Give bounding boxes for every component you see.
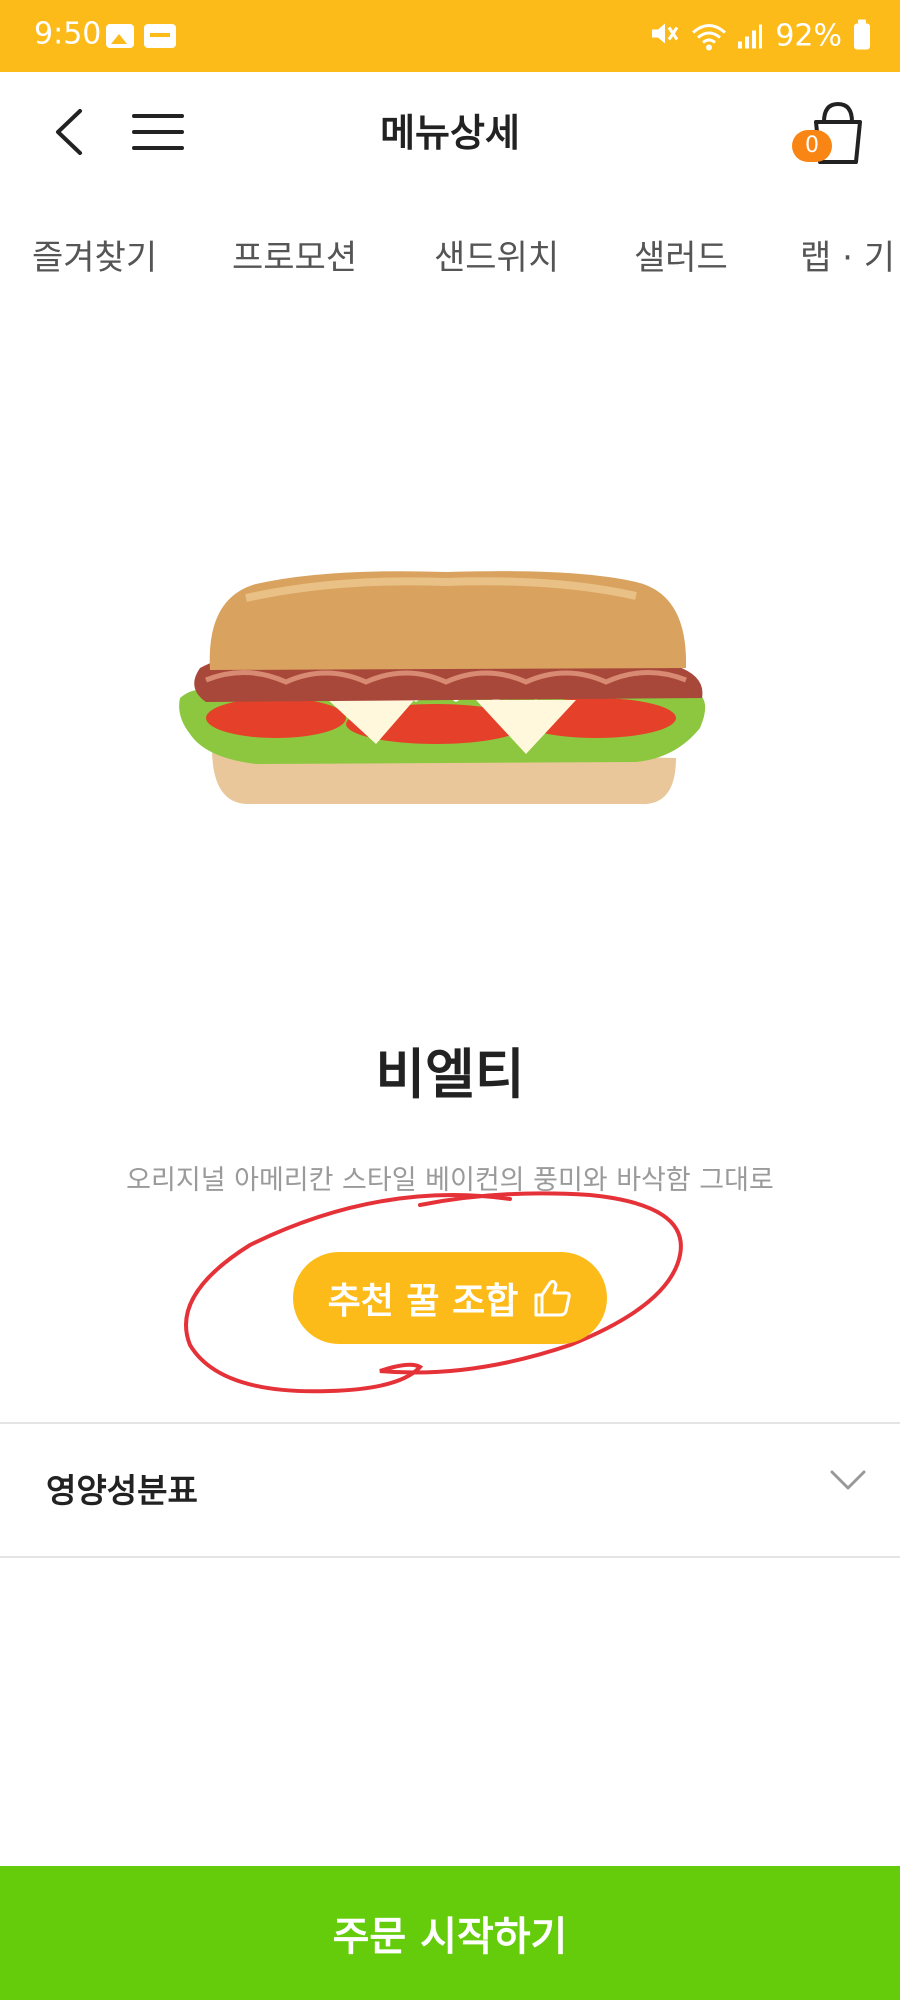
status-time: 9:50 [34, 16, 102, 52]
cart-button[interactable]: 0 [786, 102, 866, 166]
nutrition-accordion[interactable]: 영양성분표 [0, 1424, 900, 1556]
tab-sandwich[interactable]: 샌드위치 [434, 230, 559, 279]
tab-favorites[interactable]: 즐겨찾기 [32, 230, 157, 279]
tab-wrap[interactable]: 랩 · 기 [800, 230, 895, 279]
recommend-combo-label: 추천 꿀 조합 [327, 1281, 519, 1322]
status-left-icons [106, 24, 176, 48]
battery-icon [854, 19, 870, 49]
thumbs-up-icon [534, 1279, 572, 1317]
product-description: 오리지널 아메리칸 스타일 베이컨의 풍미와 바삭함 그대로 [126, 1165, 774, 1196]
signal-icon [737, 23, 763, 49]
wifi-icon [691, 22, 727, 50]
product-image [179, 571, 706, 804]
status-bar: 9:50 92% [0, 0, 900, 72]
status-right-icons: 92% [649, 19, 870, 54]
battery-percent: 92% [775, 18, 842, 54]
divider-bottom [0, 1556, 900, 1558]
category-tabs: 즐겨찾기 프로모션 샌드위치 샐러드 랩 · 기 [0, 222, 900, 286]
gallery-icon [106, 24, 134, 48]
page-title: 메뉴상세 [380, 111, 520, 155]
tab-promotion[interactable]: 프로모션 [232, 230, 357, 279]
start-order-button[interactable]: 주문 시작하기 [0, 1866, 900, 2000]
recommend-combo-button[interactable]: 추천 꿀 조합 [293, 1252, 607, 1344]
app-header: 메뉴상세 0 [0, 72, 900, 206]
tab-salad[interactable]: 샐러드 [634, 230, 728, 279]
message-icon [144, 24, 176, 48]
mute-icon [649, 20, 679, 53]
product-name: 비엘티 [375, 1043, 525, 1106]
cart-count-badge: 0 [792, 130, 832, 162]
nutrition-label: 영양성분표 [46, 1471, 198, 1510]
chevron-down-icon [830, 1470, 866, 1490]
